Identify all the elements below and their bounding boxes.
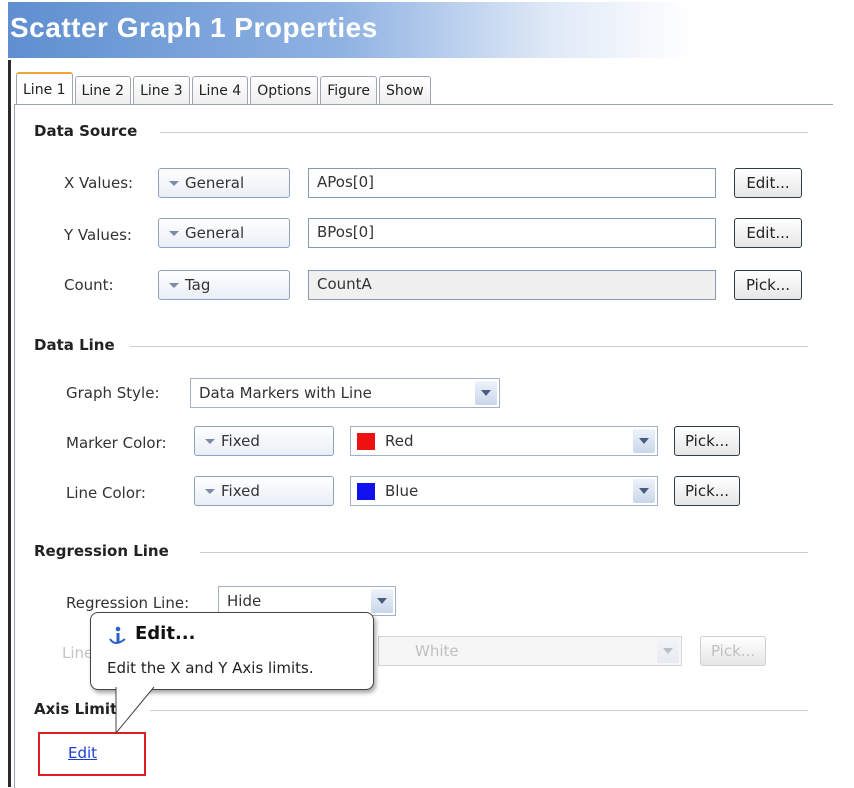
line-color-mode: Fixed [221,482,260,500]
tab-options[interactable]: Options [250,76,319,105]
marker-color-pick-button[interactable]: Pick... [674,426,740,456]
title-bar: Scatter Graph 1 Properties [8,2,842,58]
regression-line-label: Regression Line: [66,594,190,612]
chevron-down-icon [657,639,679,663]
red-swatch [357,433,375,450]
info-icon [109,626,126,644]
x-values-input[interactable]: APos[0] [308,168,716,198]
regression-line-color-select[interactable]: White [378,636,682,666]
chevron-down-icon [205,439,215,444]
chevron-down-icon [169,283,179,288]
regression-line-color-pick-button[interactable]: Pick... [700,636,766,666]
section-divider [200,552,808,553]
marker-color-value: Red [385,432,414,450]
tooltip-description: Edit the X and Y Axis limits. [107,659,314,677]
tab-line-4[interactable]: Line 4 [191,76,249,105]
chevron-down-icon [633,479,655,503]
section-regression-line: Regression Line [34,542,179,560]
tab-show[interactable]: Show [378,76,431,105]
tooltip-title: Edit... [135,623,196,644]
graph-style-select[interactable]: Data Markers with Line [190,378,500,408]
section-divider [160,132,808,133]
section-data-line: Data Line [34,336,125,354]
count-label: Count: [64,276,114,294]
count-mode-dropdown[interactable]: Tag [158,270,290,300]
y-values-mode: General [185,224,245,242]
axis-limits-edit-link[interactable]: Edit [68,744,97,762]
x-values-edit-button[interactable]: Edit... [734,168,802,198]
y-values-mode-dropdown[interactable]: General [158,218,290,248]
tab-figure[interactable]: Figure [320,76,377,105]
marker-color-label: Marker Color: [66,434,167,452]
graph-style-value: Data Markers with Line [199,384,372,402]
count-pick-button[interactable]: Pick... [734,270,802,300]
axis-limits-edit-highlight: Edit [38,732,146,776]
y-values-edit-button[interactable]: Edit... [734,218,802,248]
marker-color-mode: Fixed [221,432,260,450]
line-color-label: Line Color: [66,484,146,502]
chevron-down-icon [169,231,179,236]
x-values-mode: General [185,174,245,192]
window-title: Scatter Graph 1 Properties [10,12,378,43]
regression-line-color-value: White [415,642,459,660]
x-values-mode-dropdown[interactable]: General [158,168,290,198]
section-divider [150,710,808,711]
chevron-down-icon [475,381,497,405]
tooltip-pointer [115,686,155,735]
line-color-value: Blue [385,482,419,500]
chevron-down-icon [633,429,655,453]
marker-color-mode-dropdown[interactable]: Fixed [194,426,334,456]
count-input[interactable]: CountA [308,270,716,300]
tab-line-2[interactable]: Line 2 [74,76,132,105]
line-color-pick-button[interactable]: Pick... [674,476,740,506]
marker-color-select[interactable]: Red [350,426,658,456]
tooltip: Edit... Edit the X and Y Axis limits. [90,612,374,690]
chevron-down-icon [371,589,393,613]
regression-line-value: Hide [227,592,262,610]
section-divider [130,346,808,347]
tab-strip: Line 1 Line 2 Line 3 Line 4 Options Figu… [16,72,433,106]
window-border [8,60,11,787]
x-values-label: X Values: [64,174,134,192]
section-data-source: Data Source [34,122,148,140]
line-color-select[interactable]: Blue [350,476,658,506]
tab-line-3[interactable]: Line 3 [133,76,190,105]
blue-swatch [357,483,375,500]
graph-style-label: Graph Style: [66,384,160,402]
chevron-down-icon [205,489,215,494]
y-values-label: Y Values: [64,226,132,244]
tab-line-1[interactable]: Line 1 [16,72,73,106]
y-values-input[interactable]: BPos[0] [308,218,716,248]
chevron-down-icon [169,181,179,186]
count-mode: Tag [185,276,211,294]
line-color-mode-dropdown[interactable]: Fixed [194,476,334,506]
